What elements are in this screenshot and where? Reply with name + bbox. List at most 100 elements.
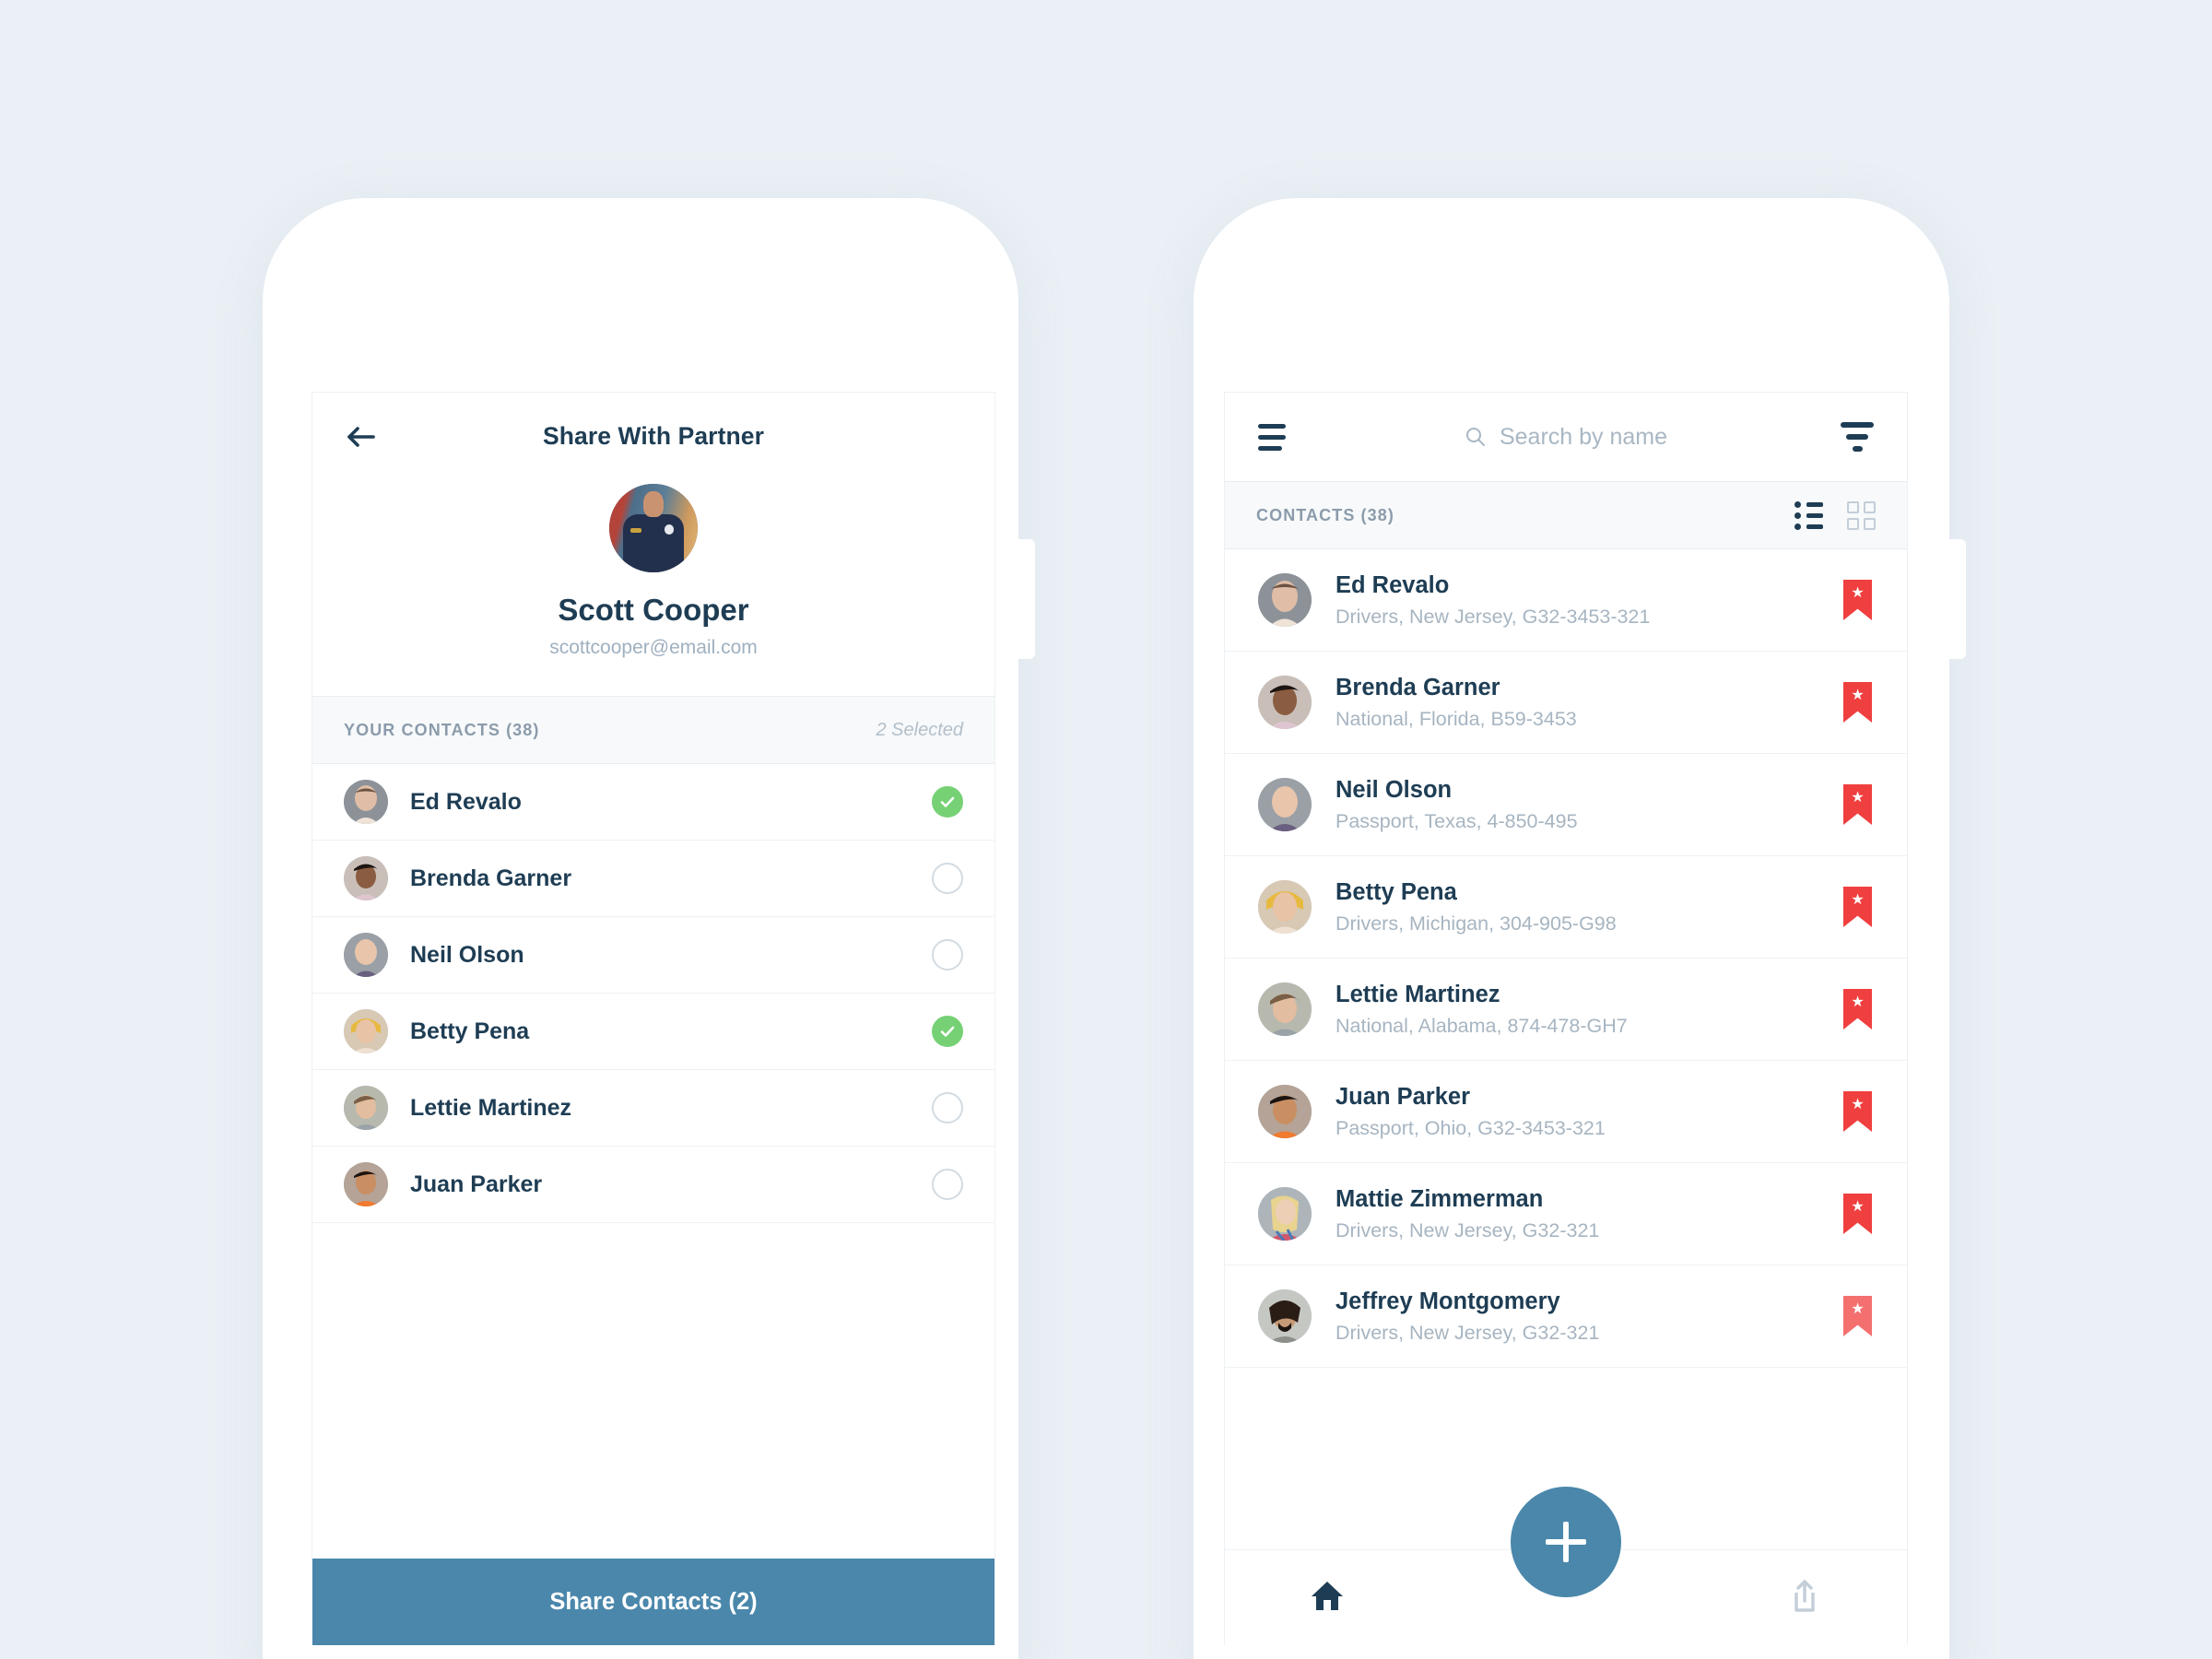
- contact-info: Juan Parker Passport, Ohio, G32-3453-321: [1335, 1084, 1907, 1140]
- list-item[interactable]: Lettie Martinez National, Alabama, 874-4…: [1225, 959, 1907, 1061]
- profile-name: Scott Cooper: [558, 593, 749, 627]
- filter-icon[interactable]: [1841, 422, 1874, 452]
- selectable-contacts-list: Ed Revalo Brenda Garner Neil Olson Betty…: [312, 764, 994, 1223]
- contact-name: Mattie Zimmerman: [1335, 1185, 1544, 1212]
- search-input[interactable]: Search by name: [1225, 424, 1907, 451]
- screenshot-stage: Share With Partner Scott Cooper scottcoo…: [0, 0, 2212, 1659]
- contact-info: Lettie Martinez National, Alabama, 874-4…: [1335, 982, 1907, 1038]
- star-icon: ★: [1851, 994, 1865, 1010]
- share-contacts-button[interactable]: Share Contacts (2): [312, 1559, 994, 1645]
- avatar: [1258, 880, 1312, 934]
- star-icon: ★: [1851, 585, 1865, 601]
- grid-view-icon[interactable]: [1847, 500, 1876, 530]
- contact-checkbox[interactable]: [932, 1092, 963, 1124]
- contact-meta: Passport, Ohio, G32-3453-321: [1335, 1116, 1606, 1139]
- contact-checkbox[interactable]: [932, 863, 963, 894]
- share-with-partner-screen: Share With Partner Scott Cooper scottcoo…: [312, 392, 995, 1645]
- contact-meta: Drivers, New Jersey, G32-321: [1335, 1218, 1600, 1241]
- contact-info: Neil Olson Passport, Texas, 4-850-495: [1335, 777, 1907, 833]
- star-icon: ★: [1851, 790, 1865, 806]
- avatar: [1258, 778, 1312, 831]
- home-icon: [1311, 1582, 1343, 1610]
- avatar: [1258, 1187, 1312, 1241]
- star-icon: ★: [1851, 688, 1865, 703]
- contact-info: Ed Revalo Drivers, New Jersey, G32-3453-…: [1335, 572, 1907, 629]
- contact-name: Brenda Garner: [410, 865, 572, 891]
- check-icon: [940, 796, 955, 807]
- list-view-icon[interactable]: [1794, 500, 1823, 530]
- contact-meta: Passport, Texas, 4-850-495: [1335, 809, 1578, 832]
- contact-meta: Drivers, New Jersey, G32-321: [1335, 1321, 1600, 1344]
- contact-meta: National, Alabama, 874-478-GH7: [1335, 1014, 1628, 1037]
- list-item[interactable]: Juan Parker: [312, 1147, 994, 1223]
- contact-checkbox[interactable]: [932, 786, 963, 818]
- list-item[interactable]: Juan Parker Passport, Ohio, G32-3453-321…: [1225, 1061, 1907, 1163]
- avatar: [1258, 1085, 1312, 1138]
- power-button-left-phone[interactable]: [1018, 539, 1035, 659]
- contact-name: Juan Parker: [410, 1171, 543, 1197]
- contact-name: Juan Parker: [1335, 1083, 1471, 1110]
- search-toolbar: Search by name: [1225, 393, 1907, 481]
- star-icon: ★: [1851, 1097, 1865, 1112]
- contact-meta: National, Florida, B59-3453: [1335, 707, 1577, 730]
- list-item[interactable]: Lettie Martinez: [312, 1070, 994, 1147]
- contact-info: Jeffrey Montgomery Drivers, New Jersey, …: [1335, 1288, 1907, 1345]
- share-contacts-label: Share Contacts (2): [549, 1588, 758, 1615]
- contact-meta: Drivers, Michigan, 304-905-G98: [1335, 912, 1617, 935]
- avatar: [1258, 1289, 1312, 1343]
- list-item[interactable]: Neil Olson: [312, 917, 994, 994]
- list-item[interactable]: Betty Pena Drivers, Michigan, 304-905-G9…: [1225, 856, 1907, 959]
- contact-name: Neil Olson: [410, 941, 524, 968]
- star-icon: ★: [1851, 1199, 1865, 1215]
- contact-checkbox[interactable]: [932, 1016, 963, 1047]
- hamburger-menu-icon[interactable]: [1258, 423, 1286, 451]
- avatar: [344, 1162, 388, 1206]
- avatar: [344, 1086, 388, 1130]
- profile-email: scottcooper@email.com: [549, 637, 758, 658]
- avatar: [1258, 982, 1312, 1036]
- contact-checkbox[interactable]: [932, 1169, 963, 1200]
- contact-name: Neil Olson: [1335, 776, 1453, 803]
- list-item[interactable]: Betty Pena: [312, 994, 994, 1070]
- section-label: YOUR CONTACTS (38): [344, 720, 540, 739]
- avatar: [1258, 573, 1312, 627]
- add-contact-fab[interactable]: [1511, 1487, 1621, 1597]
- avatar: [344, 780, 388, 824]
- tab-home[interactable]: [1307, 1575, 1347, 1620]
- contact-name: Ed Revalo: [1335, 571, 1450, 598]
- selected-count-label: 2 Selected: [876, 719, 963, 740]
- star-icon: ★: [1851, 1301, 1865, 1317]
- partner-profile: Scott Cooper scottcooper@email.com: [312, 480, 994, 696]
- search-placeholder: Search by name: [1499, 423, 1668, 450]
- avatar: [609, 484, 698, 572]
- share-icon: [1794, 1580, 1816, 1612]
- star-icon: ★: [1851, 892, 1865, 908]
- power-button-right-phone[interactable]: [1949, 539, 1966, 659]
- list-item[interactable]: Mattie Zimmerman Drivers, New Jersey, G3…: [1225, 1163, 1907, 1265]
- list-item[interactable]: Jeffrey Montgomery Drivers, New Jersey, …: [1225, 1265, 1907, 1368]
- section-label: CONTACTS (38): [1256, 505, 1394, 524]
- avatar: [344, 933, 388, 977]
- contact-name: Ed Revalo: [410, 788, 522, 815]
- list-item[interactable]: Brenda Garner: [312, 841, 994, 917]
- list-item[interactable]: Ed Revalo: [312, 764, 994, 841]
- contact-meta: Drivers, New Jersey, G32-3453-321: [1335, 605, 1651, 628]
- list-item[interactable]: Ed Revalo Drivers, New Jersey, G32-3453-…: [1225, 549, 1907, 652]
- contact-name: Betty Pena: [410, 1018, 530, 1044]
- tab-share[interactable]: [1784, 1575, 1825, 1620]
- list-item[interactable]: Neil Olson Passport, Texas, 4-850-495 ★: [1225, 754, 1907, 856]
- check-icon: [940, 1026, 955, 1037]
- contact-info: Betty Pena Drivers, Michigan, 304-905-G9…: [1335, 879, 1907, 935]
- search-icon: [1465, 428, 1485, 446]
- contact-name: Brenda Garner: [1335, 674, 1500, 700]
- contact-info: Brenda Garner National, Florida, B59-345…: [1335, 675, 1907, 731]
- back-arrow-icon[interactable]: [346, 421, 377, 453]
- avatar: [344, 1009, 388, 1053]
- contact-info: Mattie Zimmerman Drivers, New Jersey, G3…: [1335, 1186, 1907, 1242]
- contact-name: Lettie Martinez: [410, 1094, 572, 1121]
- contact-name: Lettie Martinez: [1335, 981, 1500, 1007]
- your-contacts-section-header: YOUR CONTACTS (38) 2 Selected: [312, 696, 994, 764]
- contact-checkbox[interactable]: [932, 939, 963, 971]
- avatar: [1258, 676, 1312, 729]
- list-item[interactable]: Brenda Garner National, Florida, B59-345…: [1225, 652, 1907, 754]
